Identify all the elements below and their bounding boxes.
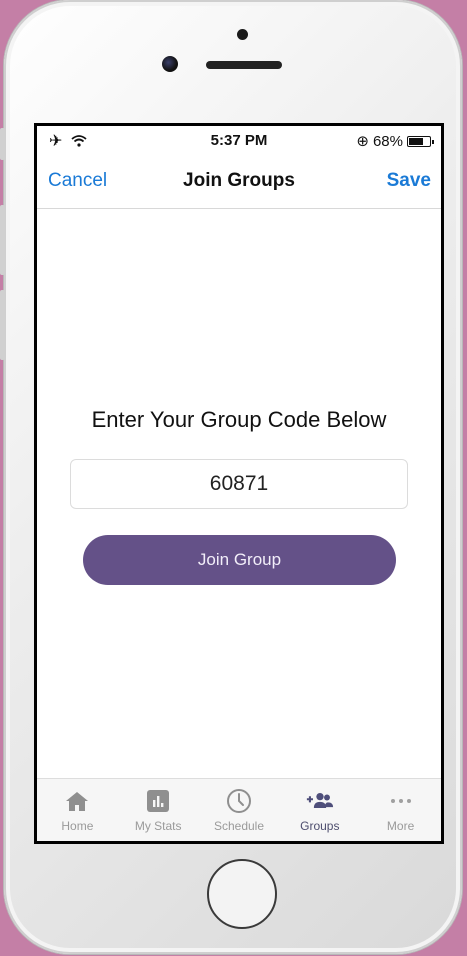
status-right: ⊕ 68% bbox=[356, 132, 434, 150]
add-group-icon bbox=[306, 787, 334, 815]
bar-chart-icon bbox=[144, 787, 172, 815]
more-dots-icon bbox=[387, 787, 415, 815]
front-camera bbox=[162, 56, 178, 72]
tab-schedule[interactable]: Schedule bbox=[199, 779, 280, 841]
mute-switch bbox=[0, 128, 5, 160]
tab-groups-label: Groups bbox=[300, 819, 340, 833]
group-code-input[interactable] bbox=[70, 459, 408, 509]
battery-percent: 68% bbox=[372, 132, 403, 150]
stage: ✈ 5:37 PM ⊕ 68% Cancel Join Groups Save … bbox=[0, 0, 467, 956]
home-icon bbox=[63, 787, 91, 815]
join-group-button[interactable]: Join Group bbox=[83, 535, 396, 585]
earpiece-speaker bbox=[206, 61, 282, 69]
rotation-lock-icon: ⊕ bbox=[356, 133, 369, 150]
group-code-prompt: Enter Your Group Code Below bbox=[91, 407, 387, 432]
status-bar: ✈ 5:37 PM ⊕ 68% bbox=[37, 126, 441, 154]
clock-icon bbox=[225, 787, 253, 815]
tab-my-stats-label: My Stats bbox=[134, 819, 182, 833]
tab-schedule-label: Schedule bbox=[213, 819, 265, 833]
page-title: Join Groups bbox=[183, 170, 295, 191]
tab-home[interactable]: Home bbox=[37, 779, 118, 841]
tab-groups[interactable]: Groups bbox=[279, 779, 360, 841]
tab-home-label: Home bbox=[61, 819, 94, 833]
tab-more-label: More bbox=[386, 819, 415, 833]
app-screen: ✈ 5:37 PM ⊕ 68% Cancel Join Groups Save … bbox=[37, 126, 441, 841]
phone-screen: ✈ 5:37 PM ⊕ 68% Cancel Join Groups Save … bbox=[34, 123, 444, 844]
battery-icon bbox=[407, 135, 434, 147]
home-button[interactable] bbox=[207, 859, 277, 929]
proximity-sensor bbox=[237, 29, 248, 40]
tab-more[interactable]: More bbox=[360, 779, 441, 841]
volume-up-button bbox=[0, 205, 5, 275]
volume-down-button bbox=[0, 290, 5, 360]
navigation-bar: Cancel Join Groups Save bbox=[37, 160, 441, 209]
tab-bar: Home My Stats Schedule Groups More bbox=[37, 778, 441, 841]
battery-fill bbox=[409, 137, 423, 145]
save-button[interactable]: Save bbox=[387, 170, 431, 192]
tab-my-stats[interactable]: My Stats bbox=[118, 779, 199, 841]
